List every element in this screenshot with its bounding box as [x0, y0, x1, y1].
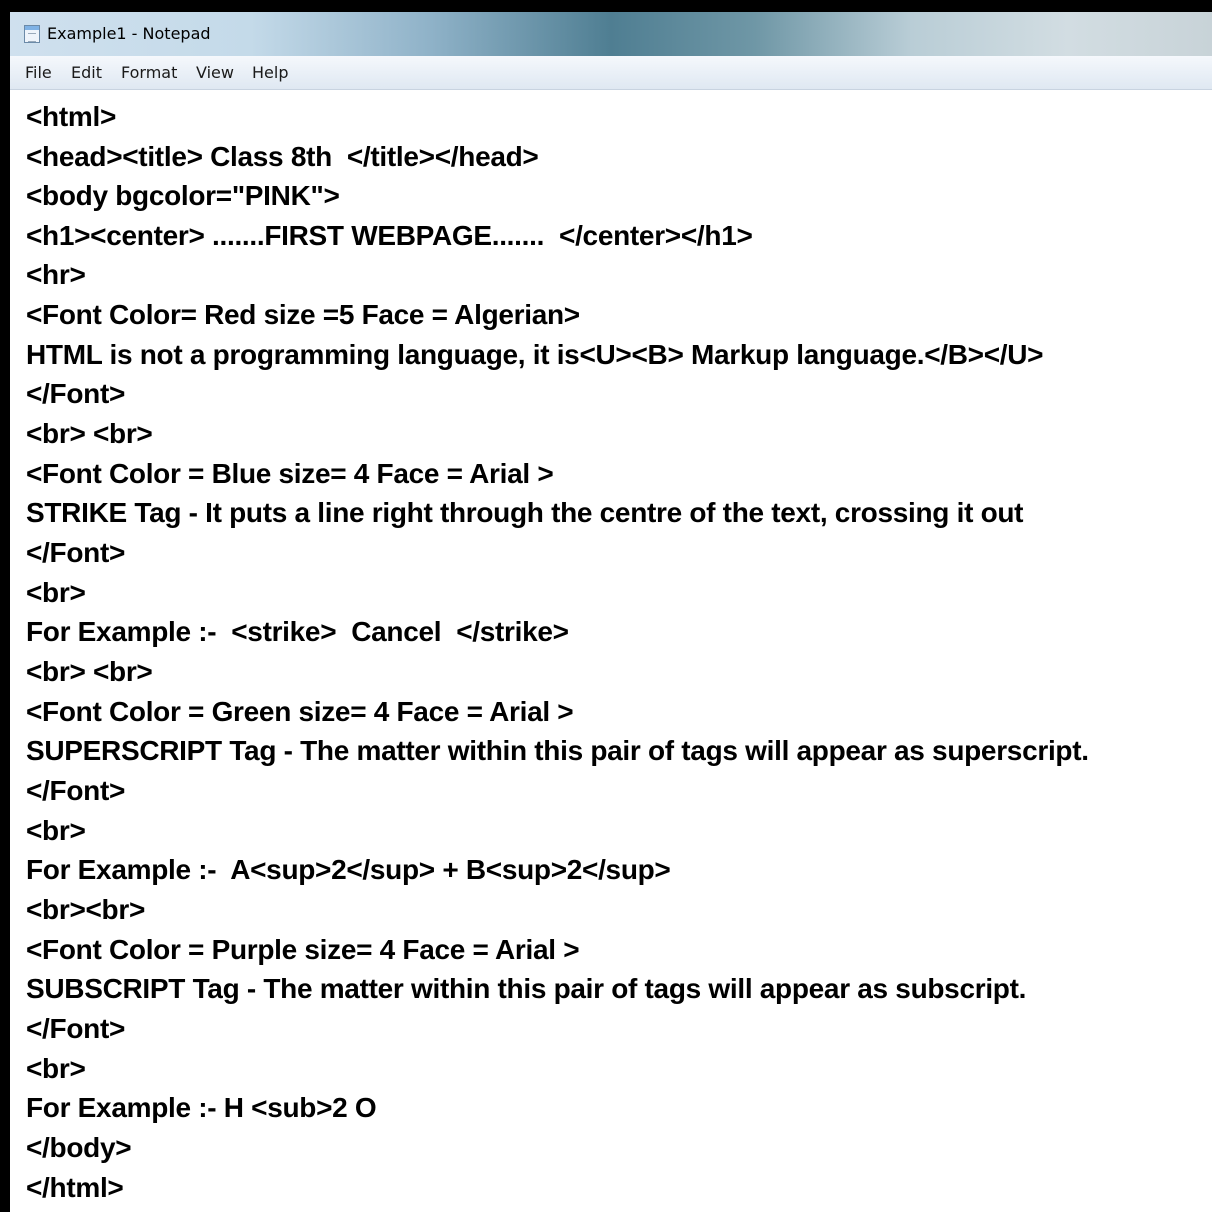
editor-line: For Example :- A<sup>2</sup> + B<sup>2</… — [26, 854, 671, 885]
menu-format[interactable]: Format — [121, 63, 177, 82]
menu-view[interactable]: View — [196, 63, 234, 82]
notepad-icon — [24, 25, 40, 43]
menu-bar: File Edit Format View Help — [10, 56, 1212, 90]
editor-line: <br> <br> — [26, 656, 153, 687]
notepad-window: Example1 - Notepad File Edit Format View… — [10, 12, 1212, 1212]
editor-line: <head><title> Class 8th </title></head> — [26, 141, 539, 172]
editor-line: <body bgcolor="PINK"> — [26, 180, 340, 211]
editor-line: <hr> — [26, 259, 86, 290]
editor-line: <Font Color = Purple size= 4 Face = Aria… — [26, 934, 580, 965]
editor-line: <Font Color = Green size= 4 Face = Arial… — [26, 696, 574, 727]
editor-line: </html> — [26, 1172, 124, 1203]
text-editor-area[interactable]: <html> <head><title> Class 8th </title><… — [10, 90, 1212, 1212]
editor-line: </body> — [26, 1132, 132, 1163]
editor-line: </Font> — [26, 1013, 126, 1044]
menu-file[interactable]: File — [25, 63, 52, 82]
editor-line: For Example :- H <sub>2 O — [26, 1092, 377, 1123]
editor-line: <br> — [26, 577, 86, 608]
editor-line: <Font Color = Blue size= 4 Face = Arial … — [26, 458, 554, 489]
menu-help[interactable]: Help — [252, 63, 288, 82]
editor-line: <br> — [26, 815, 86, 846]
editor-line: </Font> — [26, 537, 126, 568]
editor-line: </Font> — [26, 378, 126, 409]
editor-line: <h1><center> .......FIRST WEBPAGE.......… — [26, 220, 753, 251]
window-title: Example1 - Notepad — [47, 24, 211, 43]
editor-line: <br><br> — [26, 894, 146, 925]
editor-line: <br> — [26, 1053, 86, 1084]
editor-line: For Example :- <strike> Cancel </strike> — [26, 616, 569, 647]
editor-line: <html> — [26, 101, 117, 132]
menu-edit[interactable]: Edit — [71, 63, 102, 82]
editor-line: SUPERSCRIPT Tag - The matter within this… — [26, 735, 1089, 766]
title-bar[interactable]: Example1 - Notepad — [10, 12, 1212, 56]
editor-line: </Font> — [26, 775, 126, 806]
editor-line: STRIKE Tag - It puts a line right throug… — [26, 497, 1024, 528]
editor-line: HTML is not a programming language, it i… — [26, 339, 1044, 370]
editor-line: <br> <br> — [26, 418, 153, 449]
editor-line: <Font Color= Red size =5 Face = Algerian… — [26, 299, 580, 330]
editor-line: SUBSCRIPT Tag - The matter within this p… — [26, 973, 1027, 1004]
